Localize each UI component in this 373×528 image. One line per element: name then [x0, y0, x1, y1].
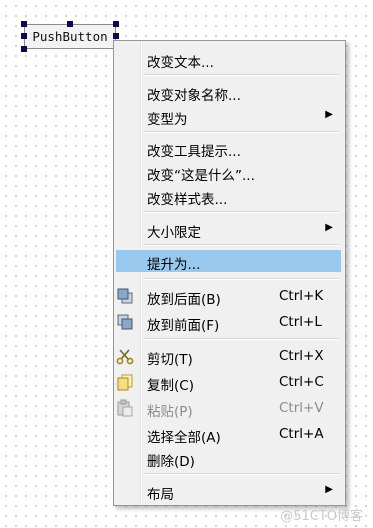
- menu-item-layout[interactable]: 布局 ▶: [116, 480, 341, 503]
- pushbutton-label: PushButton: [32, 29, 108, 44]
- menu-item-delete[interactable]: 删除(D): [116, 447, 341, 470]
- selection-handle-mid-left[interactable]: [21, 33, 27, 39]
- selection-handle-bottom-left[interactable]: [21, 46, 27, 52]
- context-menu: 改变文本... 改变对象名称... 变型为 ▶ 改变工具提示... 改变“这是什…: [113, 40, 346, 506]
- menu-separator: [144, 278, 339, 280]
- pushbutton-widget[interactable]: PushButton: [24, 24, 116, 49]
- copy-icon: [116, 373, 134, 391]
- menu-item-send-to-back[interactable]: 放到后面(B) Ctrl+K: [116, 285, 341, 308]
- menu-item-cut[interactable]: 剪切(T) Ctrl+X: [116, 345, 341, 368]
- menu-separator: [144, 131, 339, 133]
- selection-handle-top-mid[interactable]: [67, 21, 73, 27]
- selection-handle-mid-right[interactable]: [113, 33, 119, 39]
- paste-icon: [116, 399, 134, 417]
- menu-separator: [144, 74, 339, 76]
- scissors-icon: [116, 347, 134, 365]
- watermark: @51CTO博客: [280, 509, 363, 524]
- menu-item-change-stylesheet[interactable]: 改变样式表...: [116, 185, 341, 208]
- menu-separator: [144, 473, 339, 475]
- menu-item-bring-to-front[interactable]: 放到前面(F) Ctrl+L: [116, 311, 341, 334]
- menu-item-promote-to[interactable]: 提升为...: [116, 250, 341, 273]
- menu-item-change-tooltip[interactable]: 改变工具提示...: [116, 137, 341, 160]
- submenu-arrow-icon: ▶: [325, 484, 333, 495]
- menu-item-paste[interactable]: 粘贴(P) Ctrl+V: [116, 397, 341, 420]
- menu-separator: [144, 244, 339, 246]
- menu-separator: [144, 338, 339, 340]
- menu-item-change-whats-this[interactable]: 改变“这是什么”...: [116, 161, 341, 184]
- submenu-arrow-icon: ▶: [325, 222, 333, 233]
- menu-item-morph-into[interactable]: 变型为 ▶: [116, 105, 341, 128]
- menu-item-size-constraints[interactable]: 大小限定 ▶: [116, 218, 341, 241]
- selection-handle-top-right[interactable]: [113, 21, 119, 27]
- send-to-back-icon: [116, 287, 134, 305]
- menu-item-change-text[interactable]: 改变文本...: [116, 48, 341, 71]
- menu-separator: [144, 211, 339, 213]
- menu-item-select-all[interactable]: 选择全部(A) Ctrl+A: [116, 423, 341, 446]
- submenu-arrow-icon: ▶: [325, 109, 333, 120]
- selection-handle-top-left[interactable]: [21, 21, 27, 27]
- menu-item-change-object-name[interactable]: 改变对象名称...: [116, 81, 341, 104]
- menu-item-copy[interactable]: 复制(C) Ctrl+C: [116, 371, 341, 394]
- bring-to-front-icon: [116, 313, 134, 331]
